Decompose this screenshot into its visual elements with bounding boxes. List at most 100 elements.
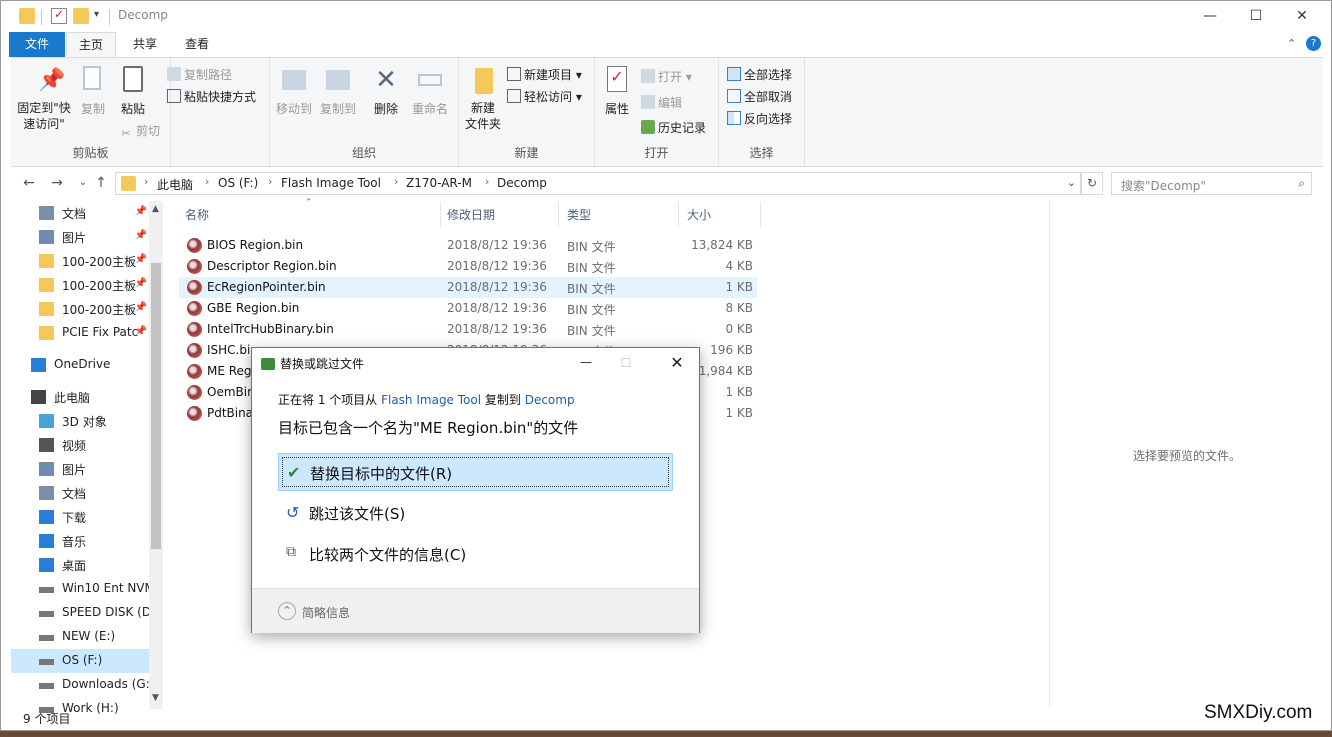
- file-row[interactable]: EcRegionPointer.bin 2018/8/12 19:36 BIN 文件…: [179, 277, 757, 298]
- nav-item[interactable]: NEW (E:): [11, 625, 149, 649]
- chevron-right-icon[interactable]: ›: [485, 175, 489, 188]
- up-arrow-icon[interactable]: ↑: [91, 175, 111, 193]
- nav-item[interactable]: OneDrive: [11, 353, 149, 377]
- nav-item[interactable]: 100-200主板 📌: [11, 249, 149, 273]
- tab-share[interactable]: 共享: [121, 32, 169, 57]
- nav-item[interactable]: 100-200主板 📌: [11, 273, 149, 297]
- back-arrow-icon[interactable]: ←: [19, 175, 39, 193]
- source-folder-link[interactable]: Flash Image Tool: [381, 393, 481, 407]
- file-row[interactable]: GBE Region.bin 2018/8/12 19:36 BIN 文件 8 KB: [179, 298, 757, 319]
- open-button[interactable]: 打开 ▾: [641, 68, 692, 85]
- nav-scroll-thumb[interactable]: [151, 263, 161, 549]
- breadcrumb-this-pc[interactable]: 此电脑: [157, 176, 193, 193]
- nav-item[interactable]: 视频: [11, 433, 149, 457]
- nav-item[interactable]: SPEED DISK (D: [11, 601, 149, 625]
- nav-item[interactable]: 3D 对象: [11, 409, 149, 433]
- recent-locations-chevron-icon[interactable]: ⌄: [73, 177, 93, 195]
- dialog-close-button[interactable]: ✕: [655, 348, 699, 378]
- nav-item[interactable]: 下载: [11, 505, 149, 529]
- collapse-ribbon-icon[interactable]: ⌃: [1287, 37, 1296, 50]
- easy-access-button[interactable]: 轻松访问 ▾: [507, 88, 582, 105]
- scroll-down-icon[interactable]: ▼: [152, 693, 159, 703]
- dialog-maximize-button: ☐: [620, 356, 632, 370]
- replace-option[interactable]: ✔ 替换目标中的文件(R): [278, 453, 673, 491]
- file-row[interactable]: Descriptor Region.bin 2018/8/12 19:36 BIN …: [179, 256, 757, 277]
- column-type[interactable]: 类型: [559, 202, 679, 228]
- paste-shortcut-button[interactable]: 粘贴快捷方式: [167, 88, 256, 105]
- navigation-pane: 文档 📌 图片 📌 100-200主板 📌 100-200主板 📌 100-200主板 📌 PCIE…: [11, 201, 161, 715]
- copy-path-button[interactable]: 复制路径: [167, 66, 232, 83]
- nav-item[interactable]: 100-200主板 📌: [11, 297, 149, 321]
- help-icon[interactable]: ?: [1306, 36, 1321, 51]
- history-button[interactable]: 历史记录: [641, 119, 706, 136]
- rename-button[interactable]: 重命名: [408, 64, 452, 117]
- dialog-minimize-button[interactable]: —: [571, 348, 601, 378]
- address-dropdown-icon[interactable]: ⌄: [1067, 176, 1076, 189]
- tab-home[interactable]: 主页: [66, 32, 117, 57]
- quick-access-dropdown-icon[interactable]: ▾: [94, 9, 99, 20]
- move-to-button[interactable]: 移动到: [274, 64, 314, 117]
- nav-item[interactable]: 音乐: [11, 529, 149, 553]
- delete-button[interactable]: ✕ 删除: [368, 64, 404, 117]
- search-icon[interactable]: ⌕: [1298, 176, 1305, 191]
- compare-option[interactable]: ⧉ 比较两个文件的信息(C): [278, 535, 673, 573]
- folder-icon: [121, 176, 136, 191]
- nav-item[interactable]: OS (F:): [11, 649, 149, 673]
- picture-icon: [39, 230, 54, 244]
- nav-item[interactable]: 图片 📌: [11, 225, 149, 249]
- address-bar[interactable]: › 此电脑 › OS (F:) › Flash Image Tool › Z17…: [115, 172, 1081, 195]
- nav-item[interactable]: 文档: [11, 481, 149, 505]
- copy-button[interactable]: 复制: [75, 64, 111, 117]
- scroll-up-icon[interactable]: ▲: [152, 204, 159, 214]
- copy-to-button[interactable]: 复制到: [318, 64, 358, 117]
- select-none-button[interactable]: 全部取消: [727, 88, 792, 105]
- maximize-button[interactable]: ☐: [1233, 1, 1279, 32]
- column-size[interactable]: 大小: [679, 202, 761, 228]
- forward-arrow-icon[interactable]: →: [47, 175, 67, 193]
- tab-view[interactable]: 查看: [173, 32, 221, 57]
- minimize-button[interactable]: —: [1187, 1, 1233, 32]
- file-row[interactable]: IntelTrcHubBinary.bin 2018/8/12 19:36 BIN …: [179, 319, 757, 340]
- breadcrumb-z170[interactable]: Z170-AR-M: [406, 176, 472, 190]
- new-folder-button[interactable]: 新建 文件夹: [461, 64, 505, 132]
- nav-item[interactable]: 此电脑: [11, 385, 149, 409]
- breadcrumb-os-f[interactable]: OS (F:): [218, 176, 258, 190]
- new-folder-quick-icon[interactable]: [73, 8, 89, 24]
- new-item-button[interactable]: 新建项目 ▾: [507, 66, 582, 83]
- nav-item[interactable]: 图片: [11, 457, 149, 481]
- close-button[interactable]: ✕: [1279, 1, 1325, 32]
- nav-item[interactable]: Win10 Ent NVM: [11, 577, 149, 601]
- nav-item-label: SPEED DISK (D: [62, 605, 149, 619]
- edit-button[interactable]: 编辑: [641, 94, 682, 111]
- search-input[interactable]: 搜索"Decomp" ⌕: [1111, 172, 1312, 195]
- nav-scrollbar[interactable]: ▲ ▼: [149, 201, 163, 709]
- chevron-right-icon[interactable]: ›: [144, 175, 148, 188]
- pin-to-quick-access-button[interactable]: 📌 固定到"快 速访问": [15, 64, 73, 132]
- chevron-up-icon[interactable]: ⌃: [278, 602, 296, 620]
- select-all-button[interactable]: 全部选择: [727, 66, 792, 83]
- tab-file[interactable]: 文件: [9, 32, 65, 57]
- nav-item[interactable]: PCIE Fix Patc 📌: [11, 321, 149, 345]
- file-type: BIN 文件: [567, 282, 616, 296]
- chevron-right-icon[interactable]: ›: [394, 175, 398, 188]
- nav-item[interactable]: Downloads (G:: [11, 673, 149, 697]
- bin-file-icon: [187, 322, 202, 337]
- refresh-icon[interactable]: ↻: [1081, 172, 1103, 195]
- group-clipboard: 📌 固定到"快 速访问" 复制 粘贴 复制路径 粘贴快捷方式 ✂ 剪切 剪贴板: [11, 58, 256, 166]
- paste-button[interactable]: 粘贴: [115, 64, 151, 117]
- skip-option[interactable]: ↺ 跳过该文件(S): [278, 494, 673, 532]
- chevron-right-icon[interactable]: ›: [268, 175, 272, 188]
- nav-item[interactable]: 文档 📌: [11, 201, 149, 225]
- breadcrumb-flash-image-tool[interactable]: Flash Image Tool: [281, 176, 381, 190]
- cut-button[interactable]: ✂ 剪切: [119, 122, 160, 141]
- fewer-details-link[interactable]: 简略信息: [302, 604, 350, 621]
- file-row[interactable]: BIOS Region.bin 2018/8/12 19:36 BIN 文件 13,8…: [179, 235, 757, 256]
- breadcrumb-decomp[interactable]: Decomp: [497, 176, 547, 190]
- column-date[interactable]: 修改日期: [439, 202, 559, 228]
- properties-button[interactable]: ✓ 属性: [599, 64, 635, 117]
- destination-folder-link[interactable]: Decomp: [525, 393, 575, 407]
- nav-item[interactable]: 桌面: [11, 553, 149, 577]
- invert-selection-button[interactable]: 反向选择: [727, 110, 792, 127]
- chevron-right-icon[interactable]: ›: [205, 175, 209, 188]
- properties-quick-icon[interactable]: [51, 7, 67, 24]
